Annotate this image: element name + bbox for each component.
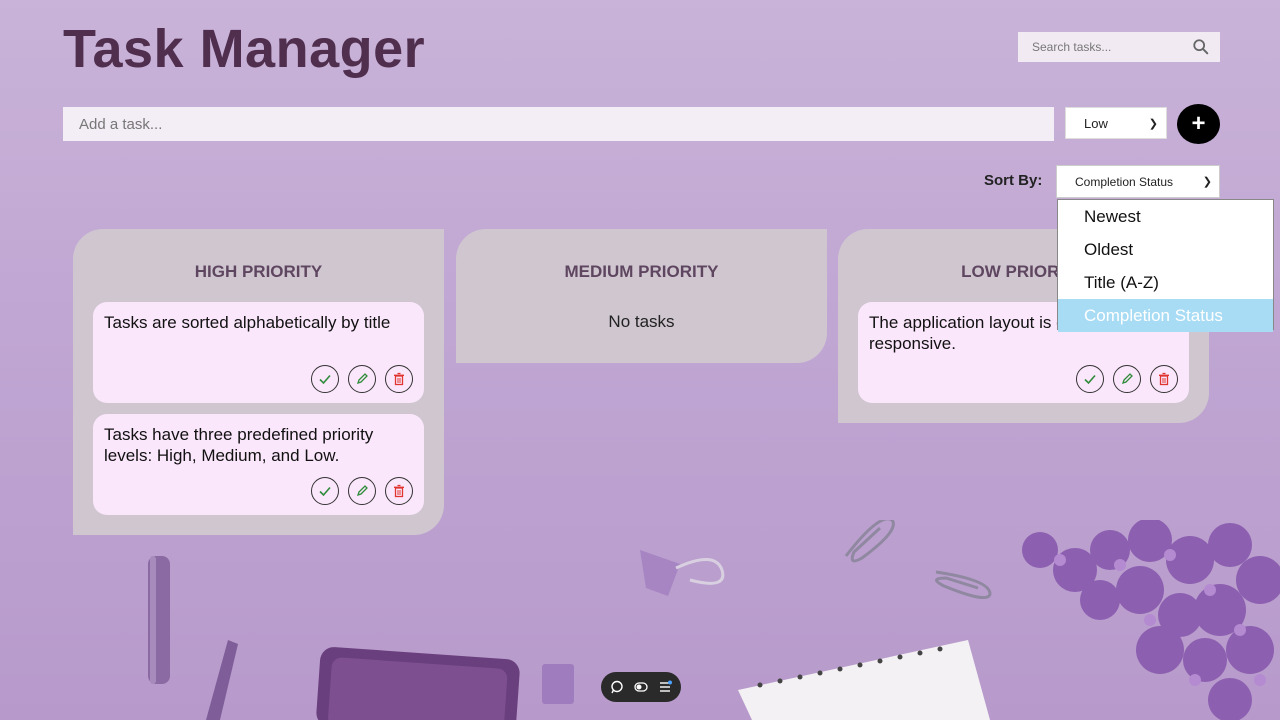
add-task-button[interactable]: + <box>1177 104 1220 144</box>
pencil-icon <box>356 373 368 385</box>
column-title: MEDIUM PRIORITY <box>564 262 719 281</box>
column-title: HIGH PRIORITY <box>194 262 323 281</box>
sort-option-newest[interactable]: Newest <box>1058 200 1273 233</box>
chevron-down-icon: ❯ <box>1148 118 1158 130</box>
edit-button[interactable] <box>348 477 376 505</box>
sort-dropdown: Newest Oldest Title (A-Z) Completion Sta… <box>1057 199 1274 332</box>
complete-button[interactable] <box>311 365 339 393</box>
delete-button[interactable] <box>385 365 413 393</box>
page-title: Task Manager <box>63 19 426 79</box>
add-task-input[interactable] <box>63 107 1054 141</box>
priority-select-value: Low <box>1084 116 1108 131</box>
edit-button[interactable] <box>348 365 376 393</box>
trash-icon <box>394 372 404 386</box>
pencil-icon <box>1121 373 1133 385</box>
sort-select[interactable]: Completion Status ❯ <box>1056 165 1220 198</box>
sort-label: Sort By: <box>984 172 1043 189</box>
column-medium-priority: MEDIUM PRIORITY No tasks <box>456 229 827 363</box>
search-input[interactable] <box>1018 32 1192 62</box>
trash-icon <box>1159 372 1169 386</box>
menu-icon[interactable] <box>658 680 672 694</box>
complete-button[interactable] <box>311 477 339 505</box>
delete-button[interactable] <box>385 477 413 505</box>
empty-state: No tasks <box>608 312 675 331</box>
search-icon[interactable] <box>1192 38 1210 56</box>
sort-select-value: Completion Status <box>1075 175 1174 189</box>
sort-option-title[interactable]: Title (A-Z) <box>1058 266 1273 299</box>
floating-toolbar <box>601 672 681 702</box>
edit-button[interactable] <box>1113 365 1141 393</box>
sort-option-completion-status[interactable]: Completion Status <box>1058 299 1273 332</box>
priority-select[interactable]: Low ❯ <box>1065 107 1167 139</box>
check-icon <box>1084 374 1096 385</box>
trash-icon <box>394 484 404 498</box>
chevron-down-icon: ❯ <box>1202 176 1212 188</box>
pencil-icon <box>356 485 368 497</box>
sort-option-oldest[interactable]: Oldest <box>1058 233 1273 266</box>
task-text: Tasks are sorted alphabetically by title <box>104 313 391 332</box>
task-text: Tasks have three predefined priority lev… <box>104 425 374 465</box>
search-box <box>1018 32 1220 62</box>
column-high-priority: HIGH PRIORITY Tasks are sorted alphabeti… <box>73 229 444 535</box>
check-icon <box>319 486 331 497</box>
chat-icon[interactable] <box>610 680 624 694</box>
task-card: Tasks have three predefined priority lev… <box>93 414 424 515</box>
toggle-icon[interactable] <box>634 681 648 693</box>
task-card: Tasks are sorted alphabetically by title <box>93 302 424 403</box>
check-icon <box>319 374 331 385</box>
complete-button[interactable] <box>1076 365 1104 393</box>
delete-button[interactable] <box>1150 365 1178 393</box>
